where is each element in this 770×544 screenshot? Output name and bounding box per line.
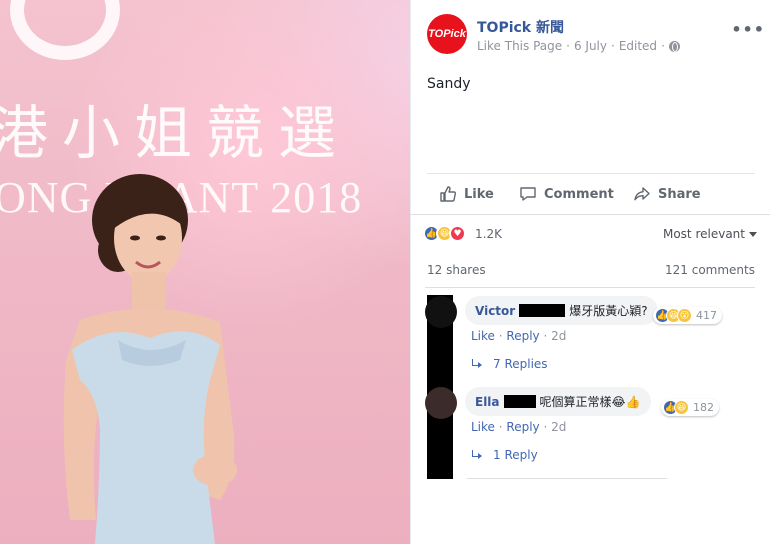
meta-separator-2: · — [610, 39, 615, 53]
like-label: Like — [464, 186, 494, 202]
comment-actions: Like · Reply · 2d — [471, 329, 567, 343]
comment-reply-link[interactable]: Reply — [506, 420, 539, 434]
caret-down-icon — [749, 232, 757, 237]
share-icon — [634, 187, 650, 201]
haha-reaction-icon: 😆 — [674, 400, 689, 415]
sort-label: Most relevant — [662, 227, 745, 241]
post-date[interactable]: 6 July — [574, 39, 607, 53]
wow-reaction-icon: 😮 — [677, 308, 692, 323]
comment-reactions[interactable]: 👍 😆 182 — [661, 399, 719, 416]
view-replies-link[interactable]: 1 Reply — [471, 448, 538, 462]
globe-icon — [668, 40, 680, 52]
comment-label: Comment — [544, 186, 614, 202]
share-label: Share — [658, 186, 701, 202]
edited-label[interactable]: Edited — [619, 39, 657, 53]
divider-3 — [467, 478, 667, 479]
shares-count[interactable]: 12 shares — [427, 263, 486, 277]
comment-reactions[interactable]: 👍 😆 😮 417 — [653, 307, 722, 324]
comment-age[interactable]: 2d — [551, 329, 566, 343]
meta-separator-3: · — [661, 39, 665, 53]
comment-item: Ella 呢個算正常樣😂👍 👍 😆 182 Like · Reply · 2d … — [425, 387, 765, 477]
post-header: TOPick TOPick 新聞 Like This Page · 6 July… — [427, 14, 767, 58]
view-replies-link[interactable]: 7 Replies — [471, 357, 548, 371]
post-text: Sandy — [427, 76, 471, 92]
commenter-avatar[interactable] — [425, 387, 457, 419]
comment-reply-link[interactable]: Reply — [506, 329, 539, 343]
comment-bubble: Ella 呢個算正常樣😂👍 — [465, 387, 651, 416]
commenter-name[interactable]: Ella — [475, 395, 500, 409]
comment-reaction-count: 182 — [693, 401, 714, 414]
comments-count[interactable]: 121 comments — [665, 263, 755, 277]
comment-age[interactable]: 2d — [551, 420, 566, 434]
share-button[interactable]: Share — [633, 185, 701, 203]
redacted-name — [503, 395, 536, 408]
commenter-name[interactable]: Victor — [475, 304, 515, 318]
reaction-count[interactable]: 1.2K — [475, 227, 502, 241]
page-avatar[interactable]: TOPick — [427, 14, 467, 54]
comment-like-link[interactable]: Like — [471, 329, 495, 343]
comment-item: Victor 爆牙版黃心穎? 👍 😆 😮 417 Like · Reply · … — [425, 296, 765, 386]
comment-like-link[interactable]: Like — [471, 420, 495, 434]
reply-arrow-icon — [471, 359, 483, 369]
reactions-row: 👍 😆 ♥ 1.2K Most relevant — [423, 224, 759, 244]
comment-bubble: Victor 爆牙版黃心穎? — [465, 296, 658, 325]
like-button[interactable]: Like — [439, 185, 494, 203]
sort-comments-dropdown[interactable]: Most relevant — [663, 227, 757, 241]
reaction-icons[interactable]: 👍 😆 ♥ — [423, 225, 466, 242]
comment-text: 呢個算正常樣😂👍 — [539, 395, 641, 409]
action-bar: Like Comment Share — [427, 173, 755, 215]
divider-2 — [425, 287, 755, 288]
woman-figure — [63, 174, 237, 544]
replies-label: 1 Reply — [493, 448, 538, 462]
like-this-page-link[interactable]: Like This Page — [477, 39, 562, 53]
comment-reaction-count: 417 — [696, 309, 717, 322]
post-photo[interactable]: 港小姐競選 ONG PA ANT 2018 — [0, 0, 410, 544]
post-meta: Like This Page · 6 July · Edited · — [477, 39, 680, 53]
redacted-name — [519, 304, 566, 317]
page-name-link[interactable]: TOPick 新聞 — [477, 17, 564, 37]
reply-arrow-icon — [471, 450, 483, 460]
comment-actions: Like · Reply · 2d — [471, 420, 567, 434]
replies-label: 7 Replies — [493, 357, 548, 371]
comment-text: 爆牙版黃心穎? — [569, 304, 648, 318]
commenter-avatar[interactable] — [425, 296, 457, 328]
meta-separator: · — [566, 39, 570, 53]
thumbs-up-icon — [440, 186, 457, 202]
divider — [411, 214, 770, 215]
comment-icon — [520, 187, 536, 201]
post-panel: TOPick TOPick 新聞 Like This Page · 6 July… — [410, 0, 770, 544]
more-options-icon[interactable]: ••• — [731, 20, 765, 39]
love-reaction-icon: ♥ — [449, 225, 466, 242]
